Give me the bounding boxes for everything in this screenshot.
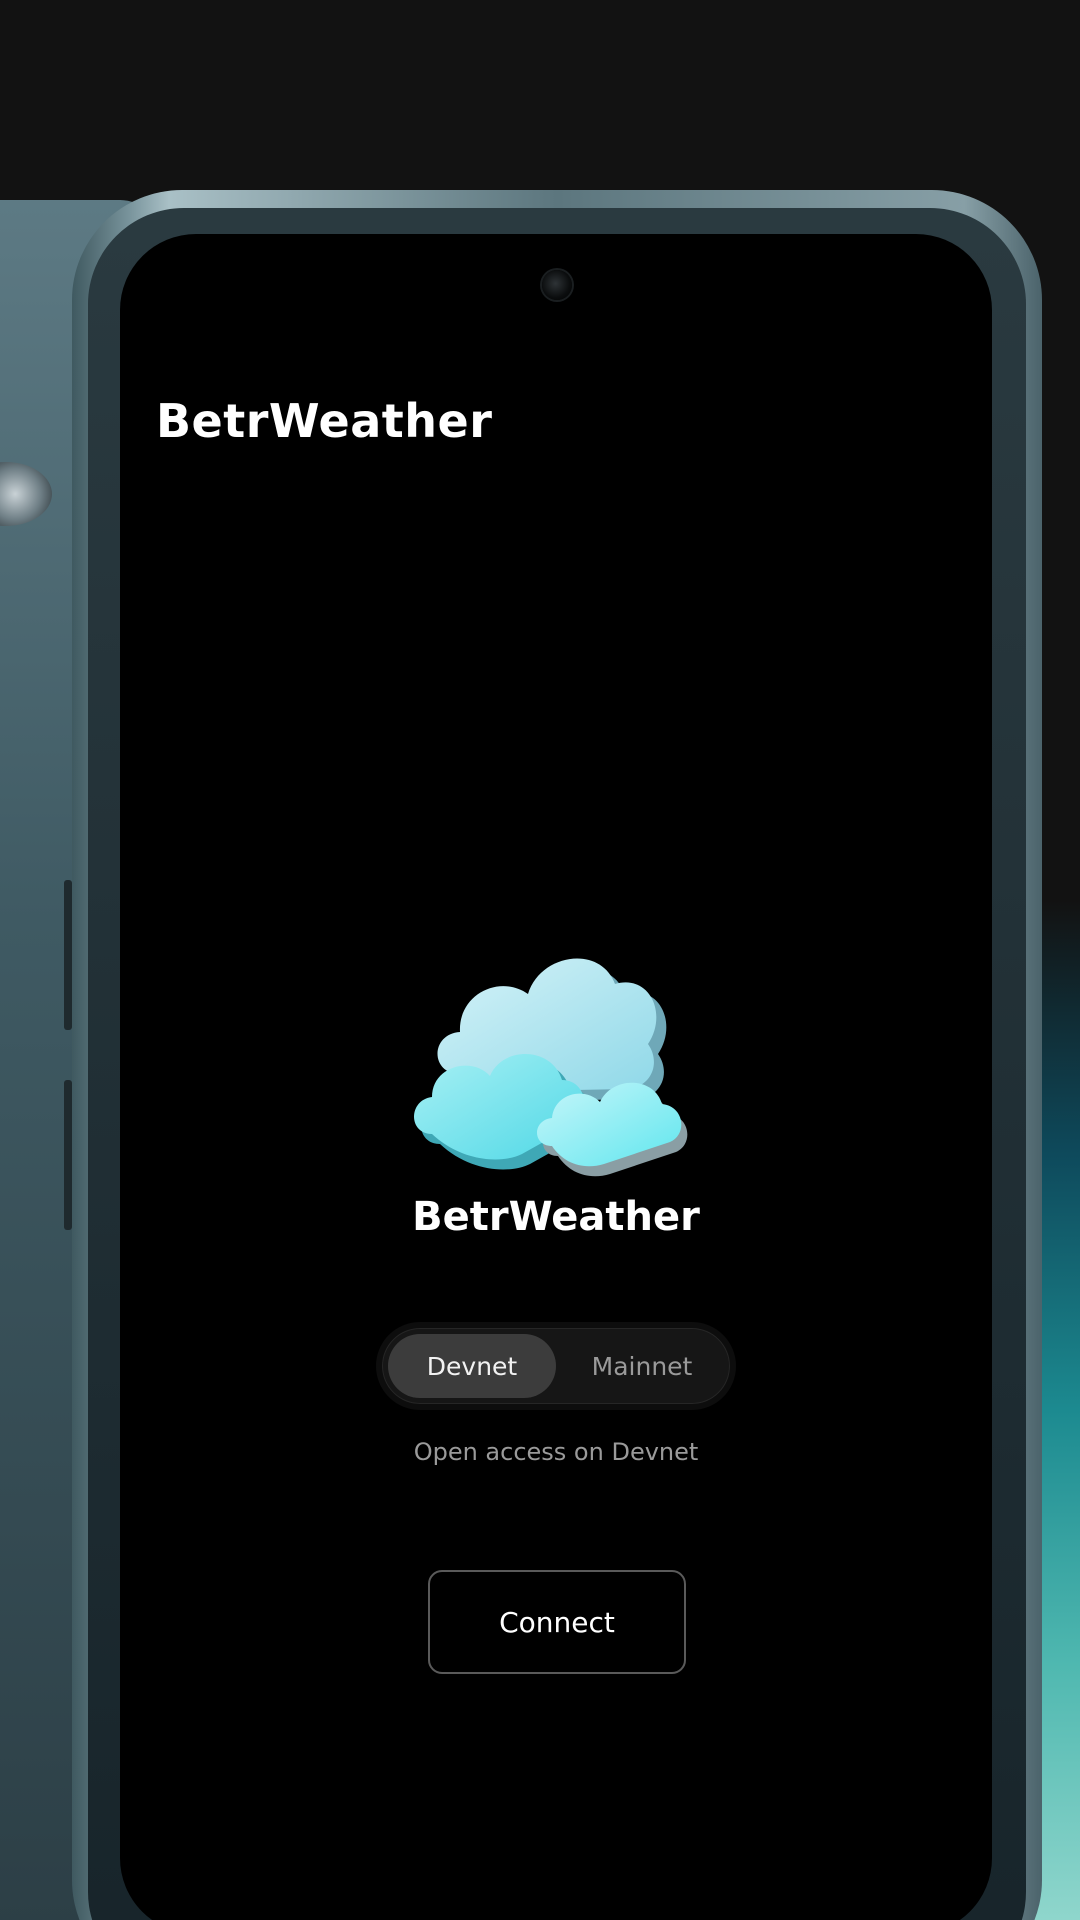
connect-button[interactable]: Connect — [428, 1570, 686, 1674]
volume-button — [64, 880, 72, 1030]
toggle-option-mainnet[interactable]: Mainnet — [558, 1334, 726, 1398]
power-button — [64, 1080, 72, 1230]
network-toggle[interactable]: Devnet Mainnet — [376, 1322, 736, 1410]
app-name: BetrWeather — [412, 1194, 700, 1240]
network-description: Open access on Devnet — [413, 1438, 699, 1466]
header-title: BetrWeather — [156, 394, 493, 448]
promo-scene: BetrWeather BetrWeather Devnet Mainnet O… — [0, 0, 1080, 1920]
cloud-logo-icon — [410, 924, 710, 1184]
front-camera-icon — [542, 270, 572, 300]
phone-screen: BetrWeather BetrWeather Devnet Mainnet O… — [120, 234, 992, 1920]
toggle-option-devnet[interactable]: Devnet — [388, 1334, 556, 1398]
rear-camera-icon — [0, 462, 52, 526]
